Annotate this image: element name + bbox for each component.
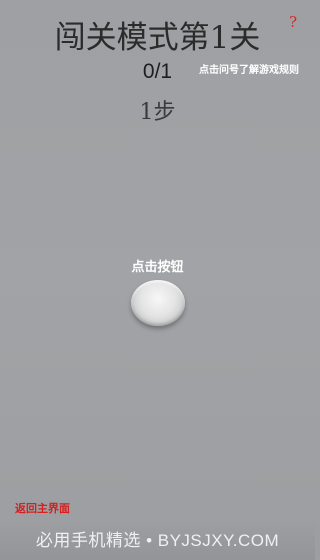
progress-counter: 0/1 <box>142 60 173 83</box>
button-instruction-label: 点击按钮 <box>131 260 184 275</box>
site-watermark: 必用手机精选 • BYJSJXY.COM <box>35 531 280 550</box>
game-round-button[interactable] <box>131 280 185 326</box>
help-question-mark-button[interactable]: ? <box>289 13 297 31</box>
level-title: 闯关模式第1关 <box>54 20 261 56</box>
step-counter: 1步 <box>139 100 176 125</box>
back-to-main-menu-button[interactable]: 返回主界面 <box>15 500 70 516</box>
